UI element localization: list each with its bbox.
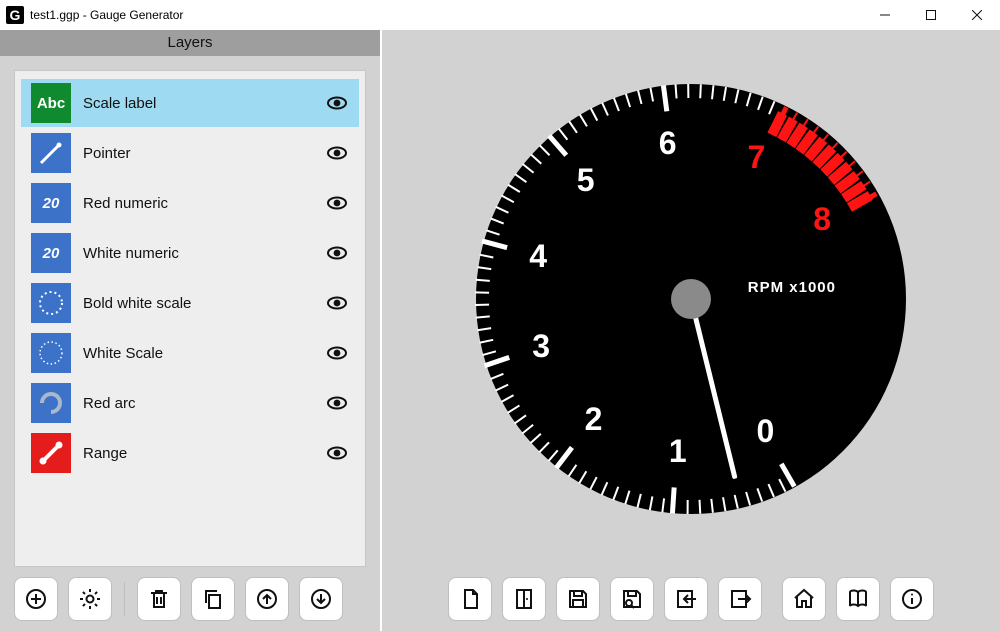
save-button[interactable] [556,577,600,621]
gauge-number: 2 [585,401,603,438]
layer-label: Scale label [83,95,325,112]
settings-button[interactable] [68,577,112,621]
layer-item-pointer[interactable]: Pointer [21,129,359,177]
app-icon: G [6,6,24,24]
layer-item-white-numeric[interactable]: 20 White numeric [21,229,359,277]
preview-panel: 012345678 RPM x1000 [380,30,1000,631]
layers-header: Layers [0,30,380,56]
import-button[interactable] [664,577,708,621]
gauge-number: 3 [532,328,550,365]
gauge-canvas: 012345678 RPM x1000 [382,30,1000,567]
layer-label: Red numeric [83,195,325,212]
layer-icon-range [31,433,71,473]
add-layer-button[interactable] [14,577,58,621]
window-title: test1.ggp - Gauge Generator [30,8,183,22]
layers-list[interactable]: Abc Scale label Pointer 20 Red [14,70,366,567]
titlebar: G test1.ggp - Gauge Generator [0,0,1000,30]
move-up-button[interactable] [245,577,289,621]
visibility-toggle[interactable] [325,191,349,215]
export-button[interactable] [718,577,762,621]
delete-button[interactable] [137,577,181,621]
minimize-button[interactable] [862,0,908,30]
right-toolbar [382,567,1000,631]
gauge-number: 4 [529,238,547,275]
gauge-number: 7 [748,139,766,176]
visibility-toggle[interactable] [325,391,349,415]
about-button[interactable] [890,577,934,621]
maximize-button[interactable] [908,0,954,30]
manual-button[interactable] [836,577,880,621]
layer-label: White Scale [83,345,325,362]
layer-item-white-scale[interactable]: White Scale [21,329,359,377]
gauge-caption: RPM x1000 [748,279,836,296]
layer-label: White numeric [83,245,325,262]
layer-label: Range [83,445,325,462]
layer-icon-arc [31,383,71,423]
new-button[interactable] [448,577,492,621]
duplicate-button[interactable] [191,577,235,621]
gauge-number: 0 [757,413,775,450]
gauge-hub [671,279,711,319]
gauge-number: 1 [669,433,687,470]
layer-item-range[interactable]: Range [21,429,359,477]
visibility-toggle[interactable] [325,291,349,315]
layer-icon-text: Abc [31,83,71,123]
layer-label: Bold white scale [83,295,325,312]
gauge-number: 5 [577,162,595,199]
layer-icon-pointer [31,133,71,173]
layers-panel: Layers Abc Scale label Pointer [0,30,380,631]
layer-icon-numeric: 20 [31,183,71,223]
layer-label: Pointer [83,145,325,162]
move-down-button[interactable] [299,577,343,621]
layer-item-bold-white-scale[interactable]: Bold white scale [21,279,359,327]
visibility-toggle[interactable] [325,141,349,165]
layer-icon-numeric: 20 [31,233,71,273]
home-button[interactable] [782,577,826,621]
visibility-toggle[interactable] [325,91,349,115]
layer-item-red-numeric[interactable]: 20 Red numeric [21,179,359,227]
open-button[interactable] [502,577,546,621]
layer-item-scale-label[interactable]: Abc Scale label [21,79,359,127]
layer-icon-scale [31,283,71,323]
layer-label: Red arc [83,395,325,412]
visibility-toggle[interactable] [325,241,349,265]
layer-item-red-arc[interactable]: Red arc [21,379,359,427]
save-as-button[interactable] [610,577,654,621]
visibility-toggle[interactable] [325,441,349,465]
left-toolbar [0,567,380,631]
layer-icon-scale [31,333,71,373]
gauge: 012345678 RPM x1000 [476,84,906,514]
close-button[interactable] [954,0,1000,30]
visibility-toggle[interactable] [325,341,349,365]
gauge-number: 8 [813,201,831,238]
gauge-number: 6 [659,125,677,162]
